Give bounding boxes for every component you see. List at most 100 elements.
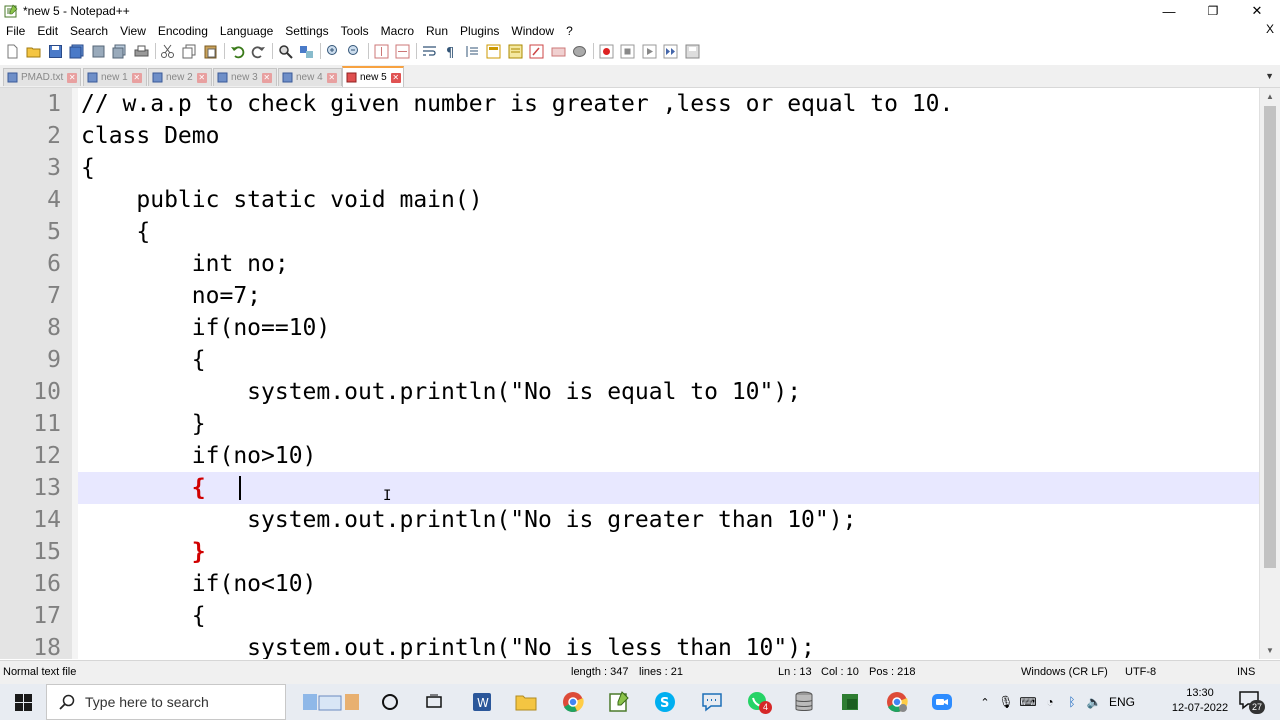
network-icon[interactable]: ⌨: [1017, 695, 1039, 709]
code-line[interactable]: public static void main(): [81, 184, 482, 216]
zoom-icon[interactable]: [930, 690, 954, 714]
greenfoot-icon[interactable]: [838, 690, 862, 714]
find-icon[interactable]: [277, 43, 293, 59]
tray-overflow-icon[interactable]: ⌃: [975, 696, 995, 709]
chrome-alt-icon[interactable]: [885, 690, 909, 714]
code-line[interactable]: // w.a.p to check given number is greate…: [81, 88, 953, 120]
code-line[interactable]: if(no<10): [81, 568, 317, 600]
search-highlight-icon[interactable]: [298, 690, 364, 714]
code-line[interactable]: system.out.println("No is greater than 1…: [81, 504, 856, 536]
menu-encoding[interactable]: Encoding: [152, 24, 214, 38]
function-list-icon[interactable]: [529, 43, 545, 59]
menu-search[interactable]: Search: [64, 24, 114, 38]
paste-icon[interactable]: [203, 43, 219, 59]
replace-icon[interactable]: [299, 43, 315, 59]
tab-pmad[interactable]: PMAD.txt ✕: [3, 68, 81, 86]
code-line[interactable]: system.out.println("No is less than 10")…: [81, 632, 815, 659]
bluetooth-icon[interactable]: ᛒ: [1061, 695, 1083, 709]
chrome-icon[interactable]: [561, 690, 585, 714]
menu-language[interactable]: Language: [214, 24, 279, 38]
folder-workspace-icon[interactable]: [550, 43, 566, 59]
new-file-icon[interactable]: [4, 43, 20, 59]
redo-icon[interactable]: [251, 43, 267, 59]
menu-plugins[interactable]: Plugins: [454, 24, 505, 38]
word-wrap-icon[interactable]: [421, 43, 437, 59]
microphone-icon[interactable]: 🎙: [995, 695, 1017, 709]
code-line[interactable]: {: [81, 152, 95, 184]
zoom-in-icon[interactable]: [325, 43, 341, 59]
close-file-icon[interactable]: [90, 43, 106, 59]
play-macro-icon[interactable]: [641, 43, 657, 59]
code-line[interactable]: if(no>10): [81, 440, 317, 472]
record-macro-icon[interactable]: [598, 43, 614, 59]
tab-close-icon[interactable]: ✕: [131, 72, 142, 83]
save-all-icon[interactable]: [69, 43, 85, 59]
open-file-icon[interactable]: [26, 43, 42, 59]
code-line[interactable]: system.out.println("No is equal to 10");: [81, 376, 801, 408]
tab-close-icon[interactable]: ✕: [326, 72, 337, 83]
menu-file[interactable]: File: [0, 24, 31, 38]
show-all-chars-icon[interactable]: ¶: [443, 43, 459, 59]
volume-icon[interactable]: 🔈: [1083, 695, 1105, 709]
tab-list-dropdown-icon[interactable]: ▼: [1265, 71, 1274, 81]
tab-close-icon[interactable]: ✕: [261, 72, 272, 83]
indent-guide-icon[interactable]: [464, 43, 480, 59]
file-explorer-icon[interactable]: [514, 690, 538, 714]
code-line[interactable]: class Demo: [81, 120, 219, 152]
code-line-current[interactable]: {: [81, 472, 206, 504]
zoom-out-icon[interactable]: [347, 43, 363, 59]
monitoring-icon[interactable]: [572, 43, 588, 59]
menu-help[interactable]: ?: [560, 24, 579, 38]
feedback-chat-icon[interactable]: [700, 690, 724, 714]
save-icon[interactable]: [47, 43, 63, 59]
word-icon[interactable]: W: [470, 690, 494, 714]
code-line[interactable]: if(no==10): [81, 312, 330, 344]
menu-settings[interactable]: Settings: [279, 24, 334, 38]
menu-run[interactable]: Run: [420, 24, 454, 38]
cortana-icon[interactable]: [378, 690, 402, 714]
tab-new-5[interactable]: new 5 ✕: [342, 66, 404, 87]
tab-new-4[interactable]: new 4 ✕: [278, 68, 342, 86]
skype-icon[interactable]: S: [653, 690, 677, 714]
tab-close-icon[interactable]: ✕: [196, 72, 207, 83]
doc-map-icon[interactable]: [507, 43, 523, 59]
database-icon[interactable]: [792, 690, 816, 714]
vertical-scrollbar[interactable]: ▲ ▼: [1259, 88, 1280, 659]
copy-icon[interactable]: [181, 43, 197, 59]
code-line[interactable]: no=7;: [81, 280, 261, 312]
notepadpp-taskbar-icon[interactable]: [607, 690, 631, 714]
sync-horizontal-icon[interactable]: [395, 43, 411, 59]
close-document-button[interactable]: X: [1266, 22, 1274, 36]
code-line[interactable]: {: [81, 600, 206, 632]
wifi-icon[interactable]: ◔: [1039, 695, 1061, 709]
menu-tools[interactable]: Tools: [335, 24, 375, 38]
tab-new-3[interactable]: new 3 ✕: [213, 68, 277, 86]
menu-macro[interactable]: Macro: [375, 24, 420, 38]
code-line[interactable]: {: [81, 344, 206, 376]
editor[interactable]: 1 2 3 4 5 6 7 8 9 10 11 12 13 14 15 16 1…: [0, 88, 1280, 659]
menu-window[interactable]: Window: [505, 24, 560, 38]
sync-vertical-icon[interactable]: [373, 43, 389, 59]
save-macro-icon[interactable]: [684, 43, 700, 59]
scrollbar-thumb[interactable]: [1264, 106, 1276, 568]
menu-view[interactable]: View: [114, 24, 152, 38]
close-all-icon[interactable]: [112, 43, 128, 59]
udl-icon[interactable]: [486, 43, 502, 59]
minimize-button[interactable]: —: [1146, 0, 1192, 22]
stop-macro-icon[interactable]: [620, 43, 636, 59]
cut-icon[interactable]: [160, 43, 176, 59]
tab-new-1[interactable]: new 1 ✕: [83, 68, 147, 86]
start-button[interactable]: [0, 684, 46, 720]
scroll-down-icon[interactable]: ▼: [1260, 642, 1280, 659]
tab-new-2[interactable]: new 2 ✕: [148, 68, 212, 86]
code-line[interactable]: }: [81, 408, 206, 440]
menu-edit[interactable]: Edit: [31, 24, 64, 38]
print-icon[interactable]: [133, 43, 149, 59]
taskbar-clock[interactable]: 13:30 12-07-2022: [1170, 686, 1230, 716]
code-line[interactable]: {: [81, 216, 150, 248]
task-view-icon[interactable]: [422, 690, 446, 714]
action-center-button[interactable]: 27: [1238, 690, 1266, 714]
tab-close-icon[interactable]: ✕: [67, 72, 78, 83]
code-line[interactable]: int no;: [81, 248, 289, 280]
whatsapp-icon[interactable]: 4: [746, 690, 772, 714]
